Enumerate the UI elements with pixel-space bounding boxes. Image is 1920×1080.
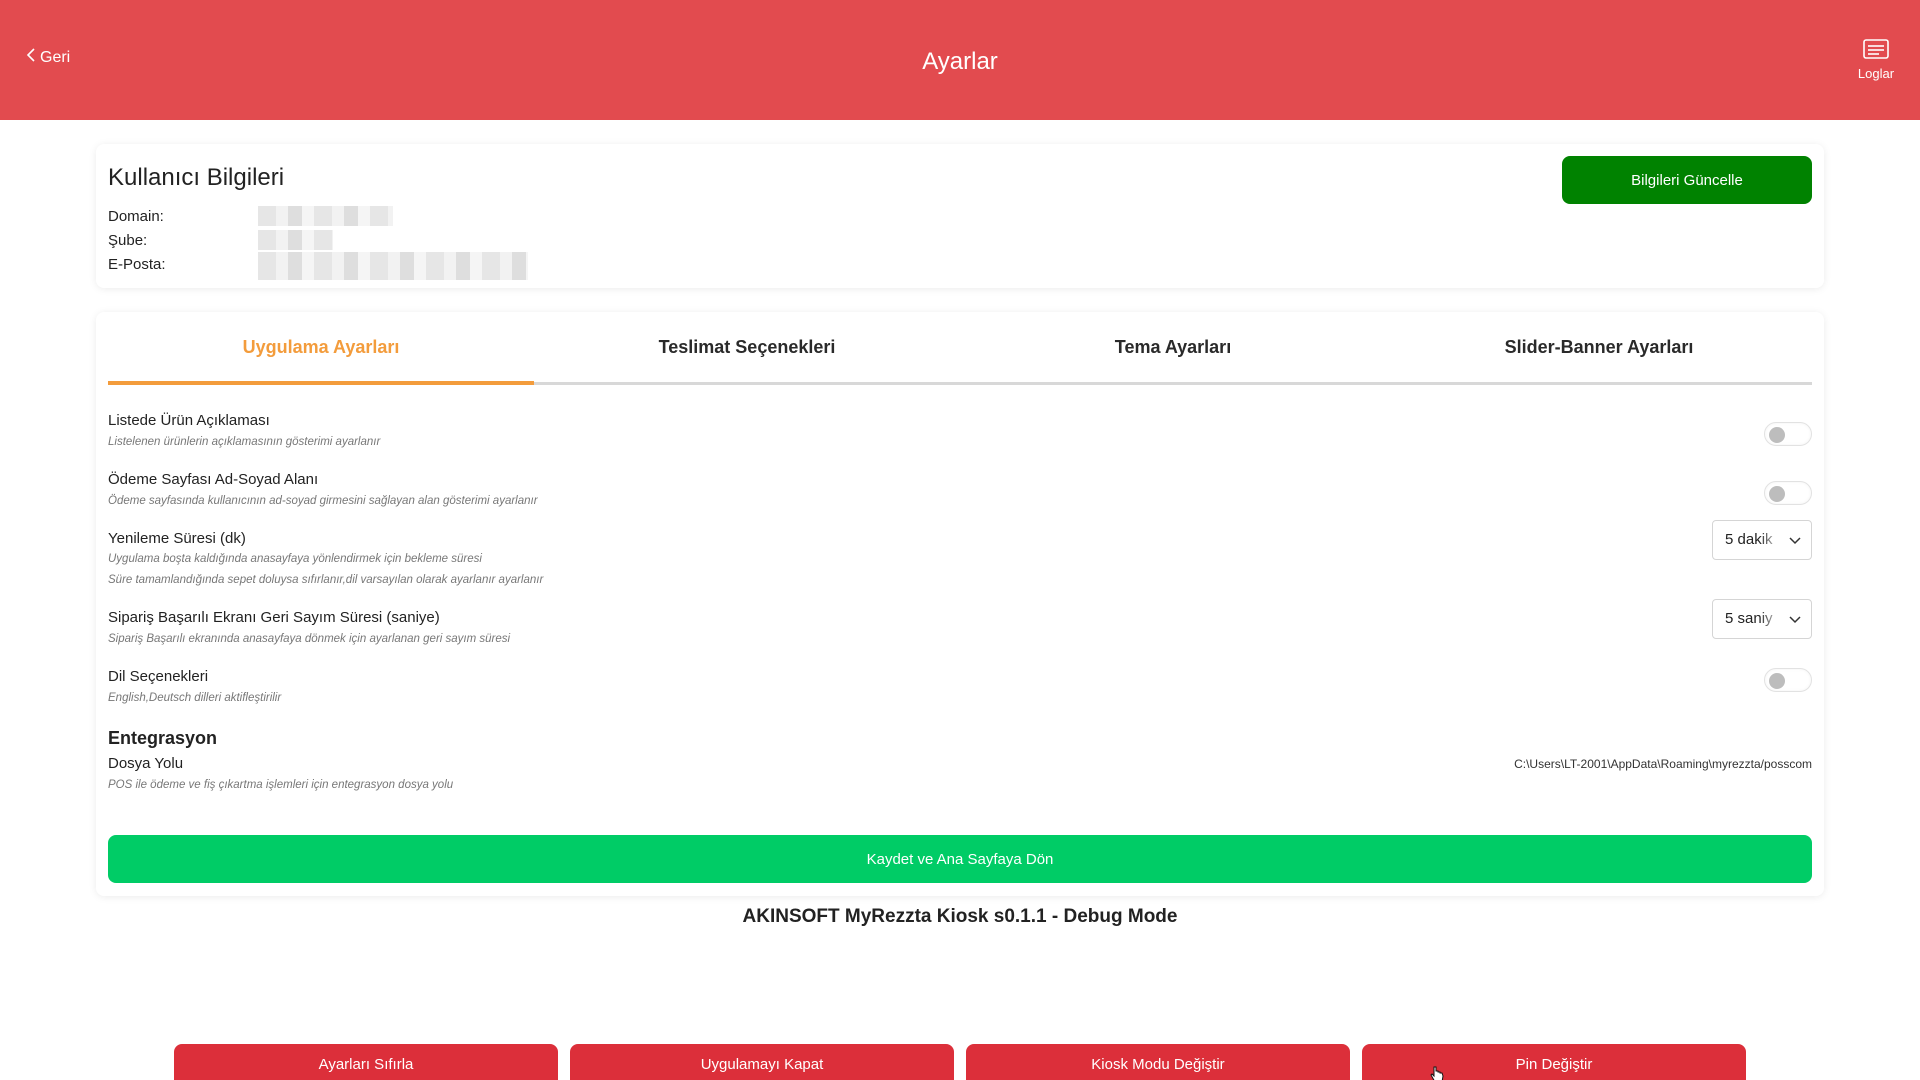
- domain-value-redacted: [258, 206, 393, 226]
- branch-value-redacted: [258, 230, 333, 250]
- setting-product-description: Listede Ürün Açıklaması Listelenen ürünl…: [108, 412, 1812, 450]
- toggle-knob: [1769, 427, 1785, 443]
- user-info-title: Kullanıcı Bilgileri: [108, 164, 285, 191]
- version-text: AKINSOFT MyRezzta Kiosk s0.1.1 - Debug M…: [742, 906, 1178, 927]
- logs-label: Loglar: [1857, 66, 1895, 81]
- integration-path-value[interactable]: C:\Users\LT-2001\AppData\Roaming\myrezzt…: [1514, 757, 1812, 771]
- setting-title: Sipariş Başarılı Ekranı Geri Sayım Süres…: [108, 609, 440, 626]
- email-row: E-Posta:: [108, 256, 258, 273]
- branch-label: Şube:: [108, 232, 148, 249]
- setting-description: Listelenen ürünlerin açıklamasının göste…: [108, 436, 381, 448]
- setting-description: Ödeme sayfasında kullanıcının ad-soyad g…: [108, 495, 538, 507]
- branch-row: Şube:: [108, 232, 258, 249]
- email-value-redacted: [258, 252, 528, 280]
- countdown-duration-select[interactable]: 5 saniy: [1712, 599, 1812, 639]
- setting-title: Dil Seçenekleri: [108, 668, 209, 685]
- setting-title: Yenileme Süresi (dk): [108, 530, 246, 547]
- email-label: E-Posta:: [108, 256, 166, 273]
- setting-integration-path: Dosya Yolu POS ile ödeme ve fiş çıkartma…: [108, 755, 1812, 793]
- tab-delivery-options[interactable]: Teslimat Seçenekleri: [534, 312, 960, 382]
- toggle-knob: [1769, 486, 1785, 502]
- setting-refresh-duration: Yenileme Süresi (dk) Uygulama boşta kald…: [108, 520, 1812, 588]
- top-bar: Geri Ayarlar Loglar: [0, 0, 1920, 120]
- update-info-button[interactable]: Bilgileri Güncelle: [1562, 156, 1812, 204]
- payment-name-field-toggle[interactable]: [1764, 481, 1812, 505]
- language-options-toggle[interactable]: [1764, 668, 1812, 692]
- save-and-return-button[interactable]: Kaydet ve Ana Sayfaya Dön: [108, 835, 1812, 883]
- setting-payment-name-field: Ödeme Sayfası Ad-Soyad Alanı Ödeme sayfa…: [108, 471, 1812, 509]
- setting-countdown-duration: Sipariş Başarılı Ekranı Geri Sayım Süres…: [108, 599, 1812, 647]
- refresh-duration-select[interactable]: 5 dakik: [1712, 520, 1812, 560]
- logs-button[interactable]: Loglar: [1856, 38, 1896, 81]
- setting-description: POS ile ödeme ve fiş çıkartma işlemleri …: [108, 779, 454, 791]
- change-kiosk-mode-button[interactable]: Kiosk Modu Değiştir: [966, 1044, 1350, 1080]
- chevron-down-icon: [1789, 537, 1801, 545]
- log-list-icon: [1856, 38, 1896, 62]
- integration-section-title: Entegrasyon: [108, 728, 218, 748]
- tab-app-settings[interactable]: Uygulama Ayarları: [108, 312, 534, 385]
- toggle-knob: [1769, 673, 1785, 689]
- setting-description: English,Deutsch dilleri aktifleştirilir: [108, 692, 282, 704]
- user-info-card: Kullanıcı Bilgileri Domain: Şube: E-Post…: [96, 144, 1824, 288]
- setting-description: Sipariş Başarılı ekranında anasayfaya dö…: [108, 633, 511, 645]
- close-app-button[interactable]: Uygulamayı Kapat: [570, 1044, 954, 1080]
- chevron-down-icon: [1789, 616, 1801, 624]
- setting-description: Uygulama boşta kaldığında anasayfaya yön…: [108, 553, 482, 565]
- tab-slider-banner-settings[interactable]: Slider-Banner Ayarları: [1386, 312, 1812, 382]
- page-title: Ayarlar: [922, 48, 998, 75]
- tab-theme-settings[interactable]: Tema Ayarları: [960, 312, 1386, 382]
- setting-title: Listede Ürün Açıklaması: [108, 412, 270, 429]
- reset-settings-button[interactable]: Ayarları Sıfırla: [174, 1044, 558, 1080]
- setting-description-secondary: Süre tamamlandığında sepet doluysa sıfır…: [108, 574, 544, 586]
- settings-card: Uygulama Ayarları Teslimat Seçenekleri T…: [96, 312, 1824, 896]
- change-pin-button[interactable]: Pin Değiştir: [1362, 1044, 1746, 1080]
- product-description-toggle[interactable]: [1764, 422, 1812, 446]
- hand-cursor-icon: [1430, 1066, 1444, 1080]
- setting-language-options: Dil Seçenekleri English,Deutsch dilleri …: [108, 668, 1812, 706]
- settings-tabs: Uygulama Ayarları Teslimat Seçenekleri T…: [108, 312, 1812, 385]
- setting-title: Ödeme Sayfası Ad-Soyad Alanı: [108, 471, 319, 488]
- domain-row: Domain:: [108, 208, 258, 225]
- domain-label: Domain:: [108, 208, 164, 225]
